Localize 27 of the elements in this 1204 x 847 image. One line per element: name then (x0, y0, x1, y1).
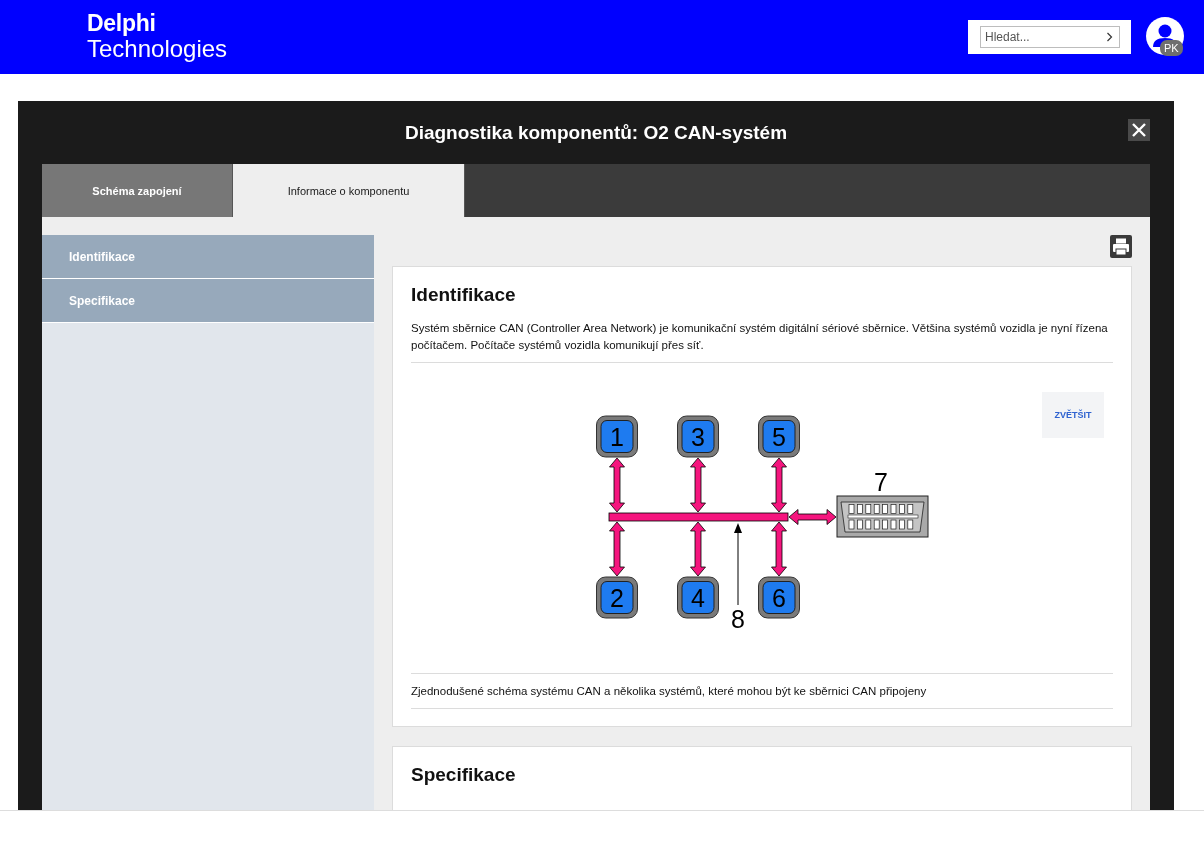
figure-caption: Zjednodušené schéma systému CAN a několika systémů, které mohou být ke sběrnici CAN připojeny (411, 674, 1113, 709)
print-icon[interactable] (1110, 235, 1132, 258)
section-heading: Specifikace (411, 763, 517, 787)
control-module: 1 (595, 415, 638, 458)
close-icon (1131, 122, 1147, 138)
callout-number: 8 (730, 605, 745, 633)
double-arrow (689, 457, 706, 513)
tab[interactable]: Informace o komponentu (233, 164, 465, 217)
dialog-title: Diagnostika komponentů: O2 CAN-systém (404, 121, 788, 144)
control-module: 4 (676, 576, 719, 619)
section-text: Systém sběrnice CAN (Controller Area Network) je komunikační systém digitální sériové sběrnice. Většina systémů vozidla je nyní řízena počítačem. Počítače systémů vozidla komunikují přes síť. (411, 320, 1113, 363)
brand-logo[interactable]: Delphi Technologies (87, 11, 228, 61)
control-module: 2 (595, 576, 638, 619)
tab[interactable]: Schéma zapojení (42, 164, 233, 217)
close-button[interactable] (1128, 119, 1150, 141)
section-heading: Identifikace (411, 283, 517, 307)
control-module: 6 (757, 576, 800, 619)
search-field[interactable]: Hledat... (980, 26, 1120, 48)
double-arrow (608, 457, 625, 513)
callout-number: 7 (873, 468, 888, 496)
double-arrow (608, 521, 625, 577)
zoom-button[interactable]: ZVĚTŠIT (1042, 392, 1104, 438)
chevron-right-icon[interactable] (1106, 32, 1113, 42)
user-initials-badge: PK (1160, 40, 1183, 56)
double-arrow (689, 521, 706, 577)
control-module: 5 (757, 415, 800, 458)
control-module: 3 (676, 415, 719, 458)
